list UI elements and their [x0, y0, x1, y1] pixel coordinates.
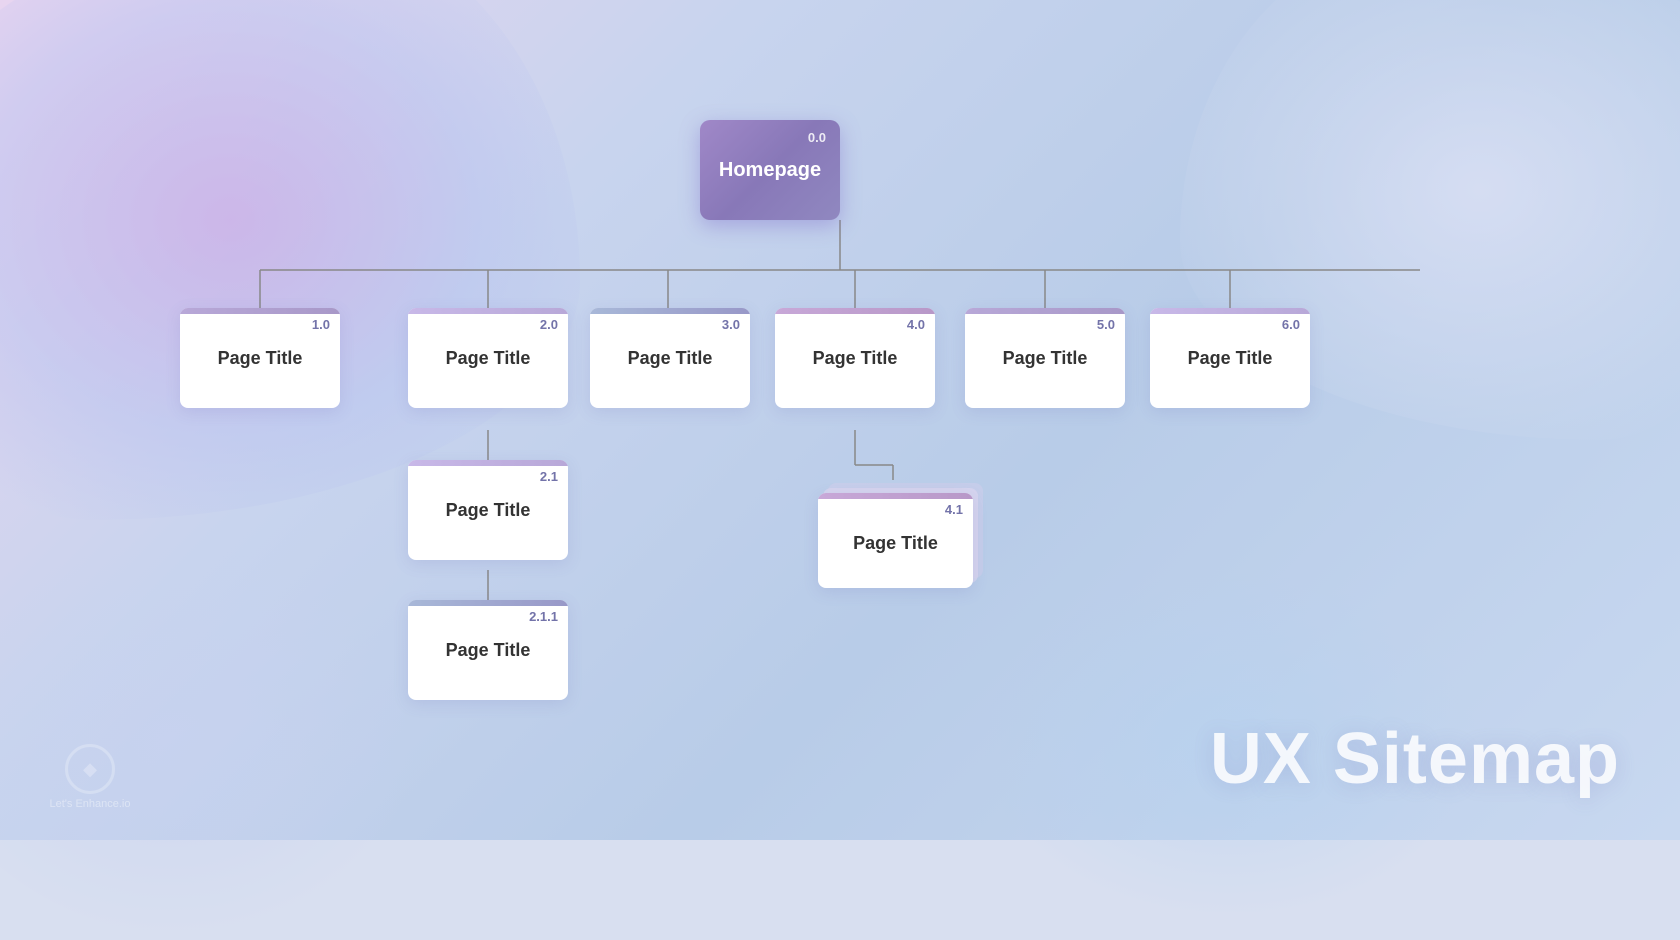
node-6-0[interactable]: 6.0 Page Title	[1150, 308, 1310, 408]
node-5-0-label: Page Title	[965, 340, 1125, 377]
card-tab-4-0	[775, 308, 935, 314]
card-tab-3-0	[590, 308, 750, 314]
node-2-0[interactable]: 2.0 Page Title	[408, 308, 568, 408]
homepage-number: 0.0	[808, 124, 836, 145]
node-4-1-label: Page Title	[818, 525, 973, 562]
card-tab-4-1	[818, 493, 973, 499]
card-tab-1-0	[180, 308, 340, 314]
card-tab-2-0	[408, 308, 568, 314]
card-tab-6-0	[1150, 308, 1310, 314]
node-4-0[interactable]: 4.0 Page Title	[775, 308, 935, 408]
node-2-1-label: Page Title	[408, 492, 568, 529]
node-2-1-1-label: Page Title	[408, 632, 568, 669]
sitemap-diagram: 0.0 Homepage 1.0 Page Title 2.0 Page Tit…	[0, 50, 1680, 840]
node-6-0-label: Page Title	[1150, 340, 1310, 377]
node-4-0-label: Page Title	[775, 340, 935, 377]
node-3-0[interactable]: 3.0 Page Title	[590, 308, 750, 408]
card-tab-2-1-1	[408, 600, 568, 606]
node-3-0-label: Page Title	[590, 340, 750, 377]
node-homepage[interactable]: 0.0 Homepage	[700, 120, 840, 220]
main-content: UX Sitemap ◆ Let's Enhance.io	[0, 0, 1680, 840]
node-1-0-label: Page Title	[180, 340, 340, 377]
node-1-0[interactable]: 1.0 Page Title	[180, 308, 340, 408]
node-4-1[interactable]: 4.1 Page Title	[818, 493, 973, 588]
card-tab-5-0	[965, 308, 1125, 314]
card-tab-2-1	[408, 460, 568, 466]
node-2-1-1[interactable]: 2.1.1 Page Title	[408, 600, 568, 700]
connector-lines	[0, 50, 1680, 840]
node-5-0[interactable]: 5.0 Page Title	[965, 308, 1125, 408]
node-2-1[interactable]: 2.1 Page Title	[408, 460, 568, 560]
node-2-0-label: Page Title	[408, 340, 568, 377]
node-4-1-stack: 4.1 Page Title	[818, 493, 973, 588]
homepage-label: Homepage	[719, 159, 821, 182]
